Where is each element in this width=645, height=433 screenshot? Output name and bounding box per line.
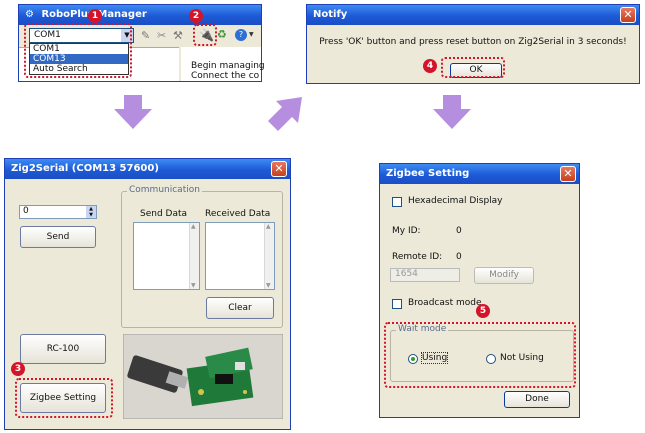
pencil-icon[interactable]: ✎	[141, 29, 150, 42]
received-data-label: Received Data	[205, 209, 271, 219]
highlight-com-select	[24, 23, 132, 78]
notify-title: Notify	[313, 9, 348, 20]
close-icon[interactable]: ✕	[271, 161, 287, 177]
zigbee-setting-title-bar: Zigbee Setting ✕	[380, 164, 579, 184]
done-button[interactable]: Done	[504, 391, 570, 408]
number-spinner[interactable]: 0 ▲ ▼	[19, 205, 97, 219]
wrench-icon[interactable]: ⚒	[173, 29, 183, 42]
received-data-textarea[interactable]	[205, 222, 275, 290]
highlight-ok-button	[441, 57, 505, 78]
welcome-line-2: Connect the co	[191, 71, 260, 81]
help-icon[interactable]: ?	[235, 29, 247, 41]
broadcast-mode-label: Broadcast mode	[408, 298, 482, 308]
close-icon[interactable]: ✕	[620, 7, 636, 23]
welcome-line-1: Begin managing	[191, 61, 265, 71]
remote-id-value: 0	[456, 252, 462, 262]
notify-title-bar: Notify ✕	[307, 5, 639, 25]
my-id-value: 0	[456, 226, 462, 236]
zig2serial-title-bar: Zig2Serial (COM13 57600) ✕	[5, 159, 290, 179]
modify-button[interactable]: Modify	[474, 267, 534, 284]
arrow-down-left	[114, 95, 152, 129]
highlight-zigbee-setting	[15, 378, 113, 418]
highlight-wait-mode	[384, 322, 576, 388]
zig2serial-title: Zig2Serial (COM13 57600)	[11, 163, 159, 174]
remote-id-input[interactable]: 1654	[390, 268, 460, 282]
welcome-panel: Begin managing Connect the co	[181, 47, 265, 81]
notify-message: Press 'OK' button and press reset button…	[319, 37, 627, 47]
step-4-badge: 4	[423, 59, 437, 73]
clear-button[interactable]: Clear	[206, 297, 274, 319]
send-data-label: Send Data	[140, 209, 188, 219]
highlight-zig2serial-tool	[193, 24, 217, 46]
remote-id-label: Remote ID:	[392, 252, 443, 262]
arrow-down-right	[433, 95, 471, 129]
arrow-up-right	[268, 97, 302, 131]
my-id-label: My ID:	[392, 226, 421, 236]
help-dropdown-icon[interactable]: ▼	[249, 31, 254, 38]
communication-group-label: Communication	[127, 185, 202, 195]
spinner-value: 0	[23, 206, 29, 216]
roboplus-title-bar: ⚙ RoboPlus Manager	[19, 5, 261, 25]
update-icon[interactable]: ♻	[217, 28, 227, 41]
step-5-badge: 5	[476, 304, 490, 318]
scrollbar[interactable]	[189, 223, 199, 289]
step-2-badge: 2	[189, 9, 203, 23]
robot-icon: ⚙	[25, 9, 34, 20]
remote-id-input-value: 1654	[395, 269, 418, 279]
hex-display-label: Hexadecimal Display	[408, 196, 503, 206]
broadcast-mode-checkbox[interactable]	[392, 299, 402, 309]
step-1-badge: 1	[88, 9, 102, 23]
tools-icon[interactable]: ✂	[157, 29, 166, 42]
rc100-button[interactable]: RC-100	[20, 334, 106, 364]
hex-display-checkbox[interactable]	[392, 197, 402, 207]
close-icon[interactable]: ✕	[560, 166, 576, 182]
zig2serial-device-image	[123, 334, 283, 419]
scrollbar[interactable]	[264, 223, 274, 289]
zigbee-setting-title: Zigbee Setting	[386, 168, 470, 179]
send-button[interactable]: Send	[20, 226, 96, 248]
send-data-textarea[interactable]	[133, 222, 200, 290]
step-3-badge: 3	[11, 362, 25, 376]
spinner-arrows-icon[interactable]: ▲ ▼	[86, 206, 96, 218]
